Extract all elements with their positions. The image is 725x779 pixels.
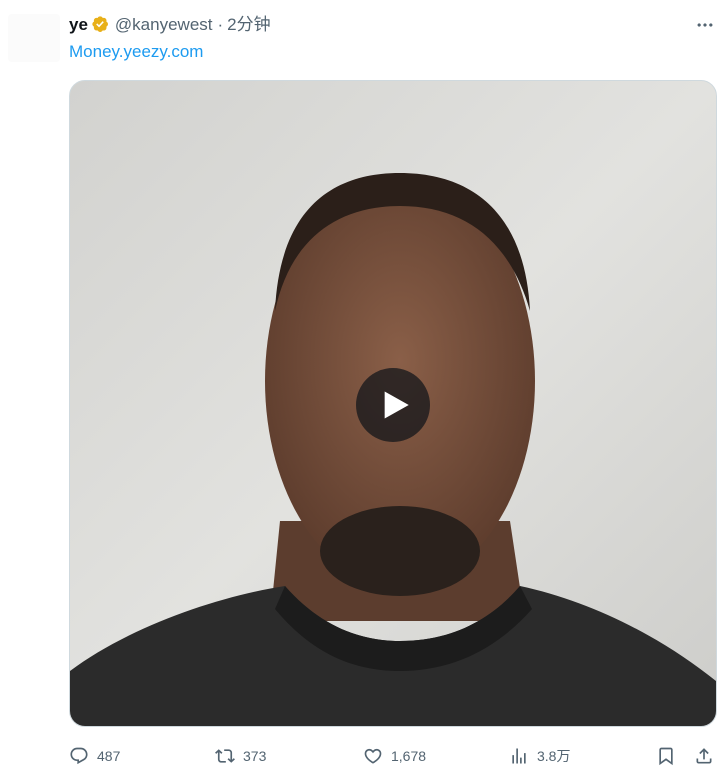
views-button[interactable]: 3.8万 — [509, 745, 570, 767]
play-button[interactable] — [356, 368, 430, 442]
heart-icon — [364, 748, 382, 764]
timestamp[interactable]: 2分钟 — [227, 14, 270, 36]
retweet-count: 373 — [243, 748, 267, 764]
reply-button[interactable]: 487 — [69, 745, 120, 767]
reply-count: 487 — [97, 748, 121, 764]
more-button[interactable] — [694, 14, 716, 36]
avatar[interactable] — [8, 14, 60, 62]
bookmark-button[interactable] — [656, 745, 676, 767]
retweet-button[interactable]: 373 — [215, 745, 266, 767]
more-icon — [697, 23, 713, 27]
bookmark-icon — [659, 747, 673, 766]
video-player[interactable] — [69, 80, 717, 727]
verified-badge-icon[interactable] — [91, 15, 111, 35]
tweet-card: ye @kanyewest · 2分钟 Money.yeezy.com 487 … — [0, 0, 725, 779]
display-name[interactable]: ye — [69, 14, 88, 36]
handle[interactable]: @kanyewest — [115, 14, 213, 36]
views-chart-icon — [512, 748, 526, 764]
share-button[interactable] — [694, 745, 714, 767]
reply-icon — [70, 747, 88, 765]
share-icon — [696, 748, 712, 764]
play-icon — [384, 391, 409, 419]
views-count: 3.8万 — [537, 748, 571, 764]
separator-dot: · — [217, 15, 224, 34]
tweet-header: ye @kanyewest · 2分钟 — [69, 14, 271, 36]
like-count: 1,678 — [391, 748, 427, 764]
like-button[interactable]: 1,678 — [363, 745, 426, 767]
tweet-link[interactable]: Money.yeezy.com — [69, 41, 203, 63]
retweet-icon — [215, 749, 235, 763]
